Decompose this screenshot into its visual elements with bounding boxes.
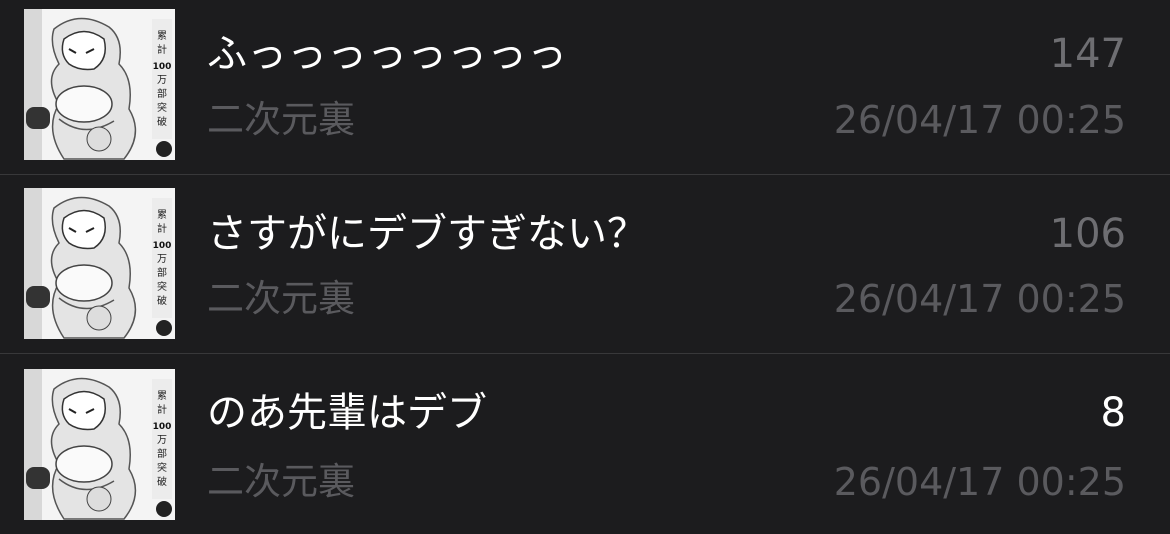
svg-text:計: 計 <box>157 403 167 416</box>
manga-cover-image: 累 計 100 万 部 突 破 <box>24 369 175 520</box>
svg-text:累: 累 <box>157 30 167 42</box>
svg-text:部: 部 <box>157 266 167 279</box>
board-name: 二次元裏 <box>207 277 355 320</box>
thread-title: ふっっっっっっっっ <box>207 31 567 77</box>
svg-text:突: 突 <box>157 101 167 114</box>
thread-timestamp: 26/04/17 00:25 <box>833 98 1126 142</box>
svg-text:100: 100 <box>153 62 172 72</box>
svg-text:万: 万 <box>157 75 167 86</box>
thread-thumbnail: 累 計 100 万 部 突 破 <box>24 369 175 520</box>
thread-thumbnail: 累 計 100 万 部 突 破 <box>24 9 175 160</box>
manga-cover-image: 累 計 100 万 部 突 破 <box>24 9 175 160</box>
thread-timestamp: 26/04/17 00:25 <box>833 277 1126 321</box>
svg-text:部: 部 <box>157 447 167 460</box>
svg-text:100: 100 <box>153 422 172 432</box>
svg-text:計: 計 <box>157 222 167 235</box>
board-name: 二次元裏 <box>207 98 355 141</box>
svg-text:突: 突 <box>157 280 167 293</box>
thread-title: のあ先輩はデブ <box>207 390 487 436</box>
thread-list: 累 計 100 万 部 突 破 ふっっっっっっっっ 147 二次元裏 26/04… <box>0 0 1170 534</box>
svg-text:破: 破 <box>157 115 167 128</box>
thread-thumbnail: 累 計 100 万 部 突 破 <box>24 188 175 339</box>
thread-title: さすがにデブすぎない？ <box>207 211 647 257</box>
reply-count: 8 <box>1100 390 1126 436</box>
svg-text:破: 破 <box>157 294 167 307</box>
reply-count: 147 <box>1049 31 1126 77</box>
svg-text:万: 万 <box>157 254 167 265</box>
reply-count: 106 <box>1049 211 1126 257</box>
svg-text:計: 計 <box>157 43 167 56</box>
thread-row[interactable]: 累 計 100 万 部 突 破 のあ先輩はデブ 8 二次元裏 26/04/17 … <box>0 354 1170 534</box>
svg-text:100: 100 <box>153 241 172 251</box>
thread-row[interactable]: 累 計 100 万 部 突 破 ふっっっっっっっっ 147 二次元裏 26/04… <box>0 0 1170 175</box>
svg-text:累: 累 <box>157 209 167 221</box>
svg-text:突: 突 <box>157 461 167 474</box>
board-name: 二次元裏 <box>207 460 355 503</box>
svg-text:破: 破 <box>157 475 167 488</box>
svg-text:万: 万 <box>157 435 167 446</box>
thread-row[interactable]: 累 計 100 万 部 突 破 さすがにデブすぎない？ 106 二次元裏 26/… <box>0 175 1170 354</box>
manga-cover-image: 累 計 100 万 部 突 破 <box>24 188 175 339</box>
thread-timestamp: 26/04/17 00:25 <box>833 460 1126 504</box>
svg-text:累: 累 <box>157 390 167 402</box>
svg-text:部: 部 <box>157 87 167 100</box>
